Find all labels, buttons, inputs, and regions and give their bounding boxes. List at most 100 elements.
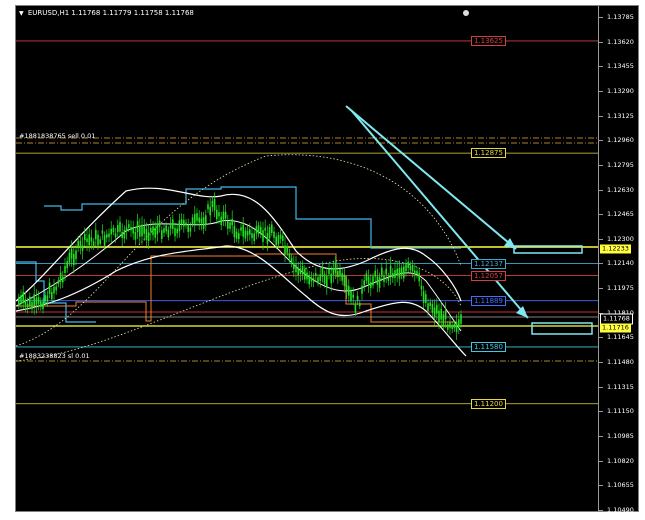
candle-body [409,265,412,271]
candle-body [374,270,376,277]
candle-body [233,225,236,238]
candle-body [255,226,258,234]
candle-body [381,267,383,277]
level-label[interactable]: 1.12875 [471,148,506,159]
candle-body [227,221,229,229]
candle-body [400,267,403,276]
price-tick-mark [599,41,603,43]
candle-body [229,222,231,229]
price-tick-label: 1.13620 [607,37,634,46]
level-label[interactable]: 1.11200 [471,398,506,409]
candle-body [429,302,431,306]
candle-body [224,212,227,219]
candle-body [167,229,170,238]
price-tick-mark [599,263,603,265]
candle-body [442,314,445,326]
candle-body [31,301,33,310]
candle-body [449,322,451,328]
candle-body [183,219,185,227]
level-label[interactable]: 1.13625 [471,35,506,46]
candle-body [427,303,429,312]
candle-body [350,290,352,302]
price-tick-label: 1.11645 [607,333,634,342]
candle-body [295,264,297,273]
candle-body [33,294,35,306]
candle-body [128,224,130,228]
candle-body [24,299,27,305]
level-label[interactable]: 1.11889 [471,295,506,306]
candle-body [301,265,304,275]
candle-body [420,285,423,290]
candle-body [53,286,55,294]
price-tick-mark [599,115,603,117]
candle-body [304,268,306,280]
candle-body [323,274,326,285]
candle-body [372,276,374,286]
candle-body [51,291,53,300]
price-tick-label: 1.11315 [607,382,634,391]
candle-body [103,235,106,246]
candle-body [365,273,368,281]
candle-body [308,275,310,285]
candle-body [59,272,62,282]
candle-body [416,270,418,275]
candle-body [220,216,222,226]
candle-body [64,266,66,274]
candle-body [77,240,79,247]
candle-body [411,265,414,272]
candle-body [279,234,282,239]
candle-body [394,270,396,279]
candle-body [361,285,363,294]
order-label[interactable]: #1883238823 sl 0.01 [19,352,90,360]
level-label[interactable]: 1.11580 [471,341,506,352]
candle-body [288,253,291,258]
candle-body [209,206,211,216]
candle-body [337,271,339,278]
candle-body [216,209,218,220]
chart-window[interactable]: ▼ EURUSD,H1 1.11768 1.11779 1.11758 1.11… [15,5,640,514]
candle-body [240,227,242,231]
price-axis[interactable]: 1.13785 1.13620 1.13455 1.13290 1.13125 1.129… [598,6,640,514]
candle-body [147,232,150,241]
candle-body [273,231,275,238]
candle-body [455,321,458,333]
price-tick-mark [599,485,603,487]
candle-body [205,215,207,226]
level-label[interactable]: 1.12137 [471,258,506,269]
candle-body [433,307,436,317]
price-tick-label: 1.12465 [607,210,634,219]
candle-body [112,227,115,233]
candle-body [383,275,385,282]
candle-body [165,225,167,232]
candle-body [198,217,200,223]
candle-body [378,276,381,288]
target-box [531,322,593,335]
order-label[interactable]: #1881838765 sell 0.01 [19,132,95,140]
candle-body [312,278,315,282]
chart-plot-area[interactable] [16,6,598,512]
candle-body [172,219,174,230]
candle-body [293,263,295,270]
candle-body [75,250,77,260]
candle-body [95,229,97,240]
candle-body [451,325,453,330]
candle-body [26,303,29,308]
candle-body [238,233,240,240]
level-label[interactable]: 1.12057 [471,270,506,281]
candle-body [385,268,387,275]
candle-body [363,280,365,286]
candle-body [431,303,434,313]
candle-body [48,282,51,294]
candle-body [352,294,354,298]
candle-body [143,226,145,234]
candle-body [213,199,216,211]
candle-body [367,276,370,286]
price-tick-mark [599,435,603,437]
candle-body [42,302,44,310]
candle-body [29,296,31,306]
candle-body [86,238,88,243]
candle-body [139,225,141,237]
candle-body [55,286,57,291]
candle-body [359,302,361,307]
candle-body [180,219,183,224]
